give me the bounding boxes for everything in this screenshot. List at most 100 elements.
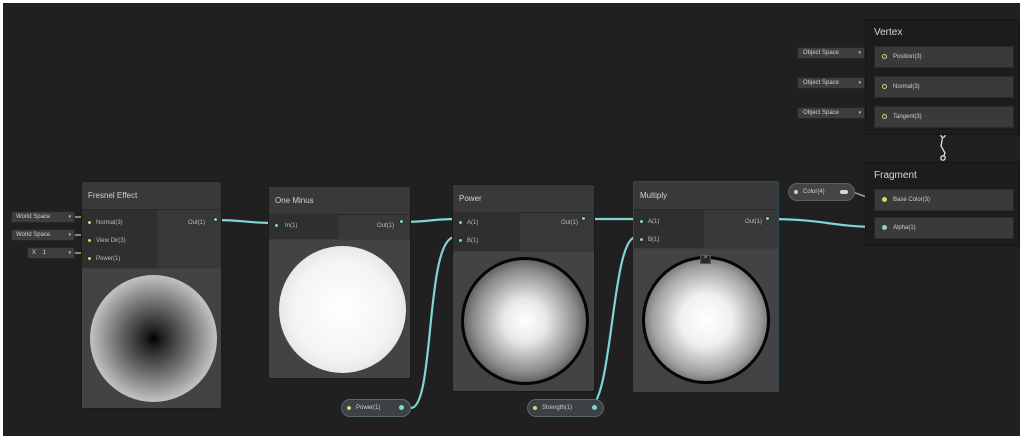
block-label: Normal(3) [893, 84, 920, 90]
port-dot-icon [882, 54, 887, 59]
fresnel-output-port[interactable] [213, 217, 218, 222]
block-label: Position(3) [893, 54, 922, 60]
power-value-field[interactable]: X 1 ▾ [27, 247, 75, 259]
node-preview [82, 269, 221, 408]
context-title: Fragment [874, 170, 917, 181]
node-title: One Minus [269, 187, 410, 215]
port-dot-icon [882, 197, 887, 202]
edge-powerprop-power [410, 235, 456, 410]
caret-down-icon: ▾ [858, 110, 861, 116]
one-minus-node[interactable]: One Minus In(1) Out(1) [268, 186, 411, 379]
view-dir-input-port[interactable] [87, 238, 92, 243]
power-value: 1 [42, 250, 47, 256]
space-value: Object Space [803, 50, 840, 56]
input-label: View Dir(3) [96, 238, 126, 244]
node-ports: A(1) B(1) Out(1) [453, 213, 594, 251]
property-label: Power(1) [356, 405, 381, 411]
base-color-block[interactable]: Base Color(3) [874, 189, 1014, 211]
block-label: Tangent(3) [893, 114, 922, 120]
in-input-port[interactable] [274, 223, 279, 228]
view-dir-space-value: World Space [16, 232, 51, 238]
output-label: Out(1) [376, 223, 394, 229]
property-output-port[interactable] [399, 405, 404, 410]
normal-block[interactable]: Normal(3) [874, 76, 1014, 98]
power-property-node[interactable]: Power(1) [341, 399, 411, 417]
multiply-output-port[interactable] [765, 216, 770, 221]
input-label: A(1) [648, 219, 660, 225]
property-label: Strength(1) [542, 405, 573, 411]
tangent-space-dropdown[interactable]: Object Space ▾ [797, 107, 865, 119]
node-title: Multiply [634, 182, 778, 210]
caret-down-icon: ▾ [68, 232, 71, 238]
property-output-port[interactable] [840, 190, 848, 194]
preview-sphere [461, 257, 589, 385]
block-label: Base Color(3) [893, 197, 931, 203]
position-space-dropdown[interactable]: Object Space ▾ [797, 47, 865, 59]
edge-multiply-alpha [768, 217, 880, 229]
caret-down-icon: ▾ [858, 80, 861, 86]
tangent-block[interactable]: Tangent(3) [874, 106, 1014, 128]
edge-fresnel-oneminus [214, 218, 274, 225]
node-title: Power [453, 185, 594, 213]
caret-down-icon: ▾ [68, 214, 71, 220]
port-dot-icon [882, 225, 887, 230]
b-input-port[interactable] [639, 237, 644, 242]
context-title: Vertex [874, 27, 903, 38]
fresnel-effect-node[interactable]: Fresnel Effect Normal(3) View Dir(3) Pow… [81, 181, 222, 409]
node-ports: In(1) Out(1) [269, 215, 410, 239]
property-label: Color(4) [803, 189, 825, 195]
normal-input-port[interactable] [87, 220, 92, 225]
normal-space-dropdown[interactable]: Object Space ▾ [797, 77, 865, 89]
node-preview [269, 240, 410, 378]
node-preview [634, 249, 778, 391]
port-dot-icon [882, 84, 887, 89]
normal-space-dropdown[interactable]: World Space ▾ [11, 211, 75, 223]
output-label: Out(1) [744, 219, 762, 225]
one-minus-output-port[interactable] [399, 219, 404, 224]
alpha-block[interactable]: Alpha(1) [874, 217, 1014, 239]
power-axis-label: X [32, 250, 37, 256]
a-input-port[interactable] [639, 219, 644, 224]
space-value: Object Space [803, 110, 840, 116]
preview-sphere [642, 256, 770, 384]
block-label: Alpha(1) [893, 225, 916, 231]
view-dir-space-dropdown[interactable]: World Space ▾ [11, 229, 75, 241]
edge-strength-multiply [587, 235, 637, 410]
node-ports: A(1) B(1) Out(1) [634, 210, 778, 248]
node-ports: Normal(3) View Dir(3) Power(1) Out(1) [82, 210, 221, 268]
position-block[interactable]: Position(3) [874, 46, 1014, 68]
input-label: B(1) [467, 238, 479, 244]
normal-space-value: World Space [16, 214, 51, 220]
b-input-port[interactable] [458, 238, 463, 243]
caret-down-icon: ▾ [68, 250, 71, 256]
caret-down-icon: ▾ [858, 50, 861, 56]
input-label: A(1) [467, 220, 479, 226]
output-label: Out(1) [187, 220, 205, 226]
property-dot-icon [794, 190, 798, 194]
property-dot-icon [347, 406, 351, 410]
property-dot-icon [533, 406, 537, 410]
a-input-port[interactable] [458, 220, 463, 225]
node-title: Fresnel Effect [82, 182, 221, 210]
fragment-context[interactable]: Fragment Base Color(3) Alpha(1) [865, 162, 1020, 246]
preview-sphere [279, 246, 406, 373]
collapse-preview-button[interactable]: ^ [700, 255, 711, 264]
node-preview [453, 252, 594, 391]
space-value: Object Space [803, 80, 840, 86]
power-input-port[interactable] [87, 256, 92, 261]
port-dot-icon [882, 114, 887, 119]
preview-sphere [90, 275, 217, 402]
power-output-port[interactable] [581, 216, 586, 221]
input-label: Power(1) [96, 256, 121, 262]
output-label: Out(1) [560, 220, 578, 226]
property-output-port[interactable] [592, 405, 597, 410]
vertex-context[interactable]: Vertex Position(3) Normal(3) Tangent(3) [865, 19, 1020, 135]
graph-canvas[interactable]: World Space ▾ World Space ▾ X 1 ▾ Fresne… [3, 3, 1020, 436]
power-node[interactable]: Power A(1) B(1) Out(1) [452, 184, 595, 392]
input-label: In(1) [285, 223, 298, 229]
input-label: Normal(3) [96, 220, 123, 226]
multiply-node[interactable]: Multiply A(1) B(1) Out(1) [633, 181, 779, 392]
input-label: B(1) [648, 237, 660, 243]
strength-property-node[interactable]: Strength(1) [527, 399, 604, 417]
color-property-node[interactable]: Color(4) [788, 183, 855, 201]
